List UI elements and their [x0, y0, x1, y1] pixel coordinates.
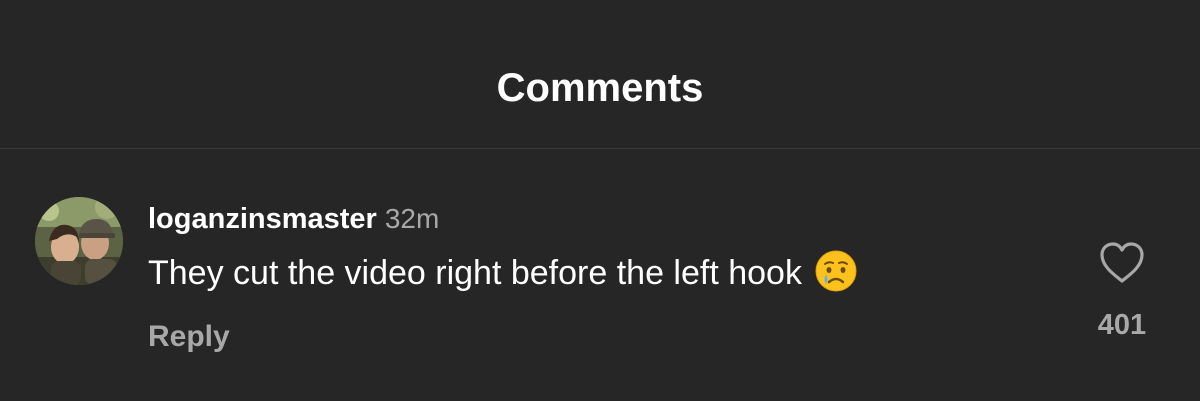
comment-text: They cut the video right before the left… — [148, 254, 802, 292]
comment-body: They cut the video right before the left… — [148, 249, 858, 297]
page-title: Comments — [496, 66, 704, 110]
avatar[interactable] — [35, 197, 123, 285]
avatar-photo — [35, 197, 123, 285]
comment-item: loganzinsmaster 32m They cut the video ri… — [0, 149, 1200, 401]
crying-face-emoji — [814, 249, 858, 293]
timestamp: 32m — [384, 203, 440, 234]
comment-header: loganzinsmaster 32m — [148, 199, 439, 244]
heart-outline-icon — [1100, 242, 1144, 283]
reply-button[interactable]: Reply — [148, 317, 230, 357]
username[interactable]: loganzinsmaster — [148, 203, 377, 235]
like-count: 401 — [1097, 309, 1147, 341]
comments-header: Comments — [0, 0, 1200, 149]
comments-panel: Comments loganzinsmaster 32m They cut th… — [0, 0, 1200, 401]
like-button[interactable] — [1096, 237, 1148, 289]
